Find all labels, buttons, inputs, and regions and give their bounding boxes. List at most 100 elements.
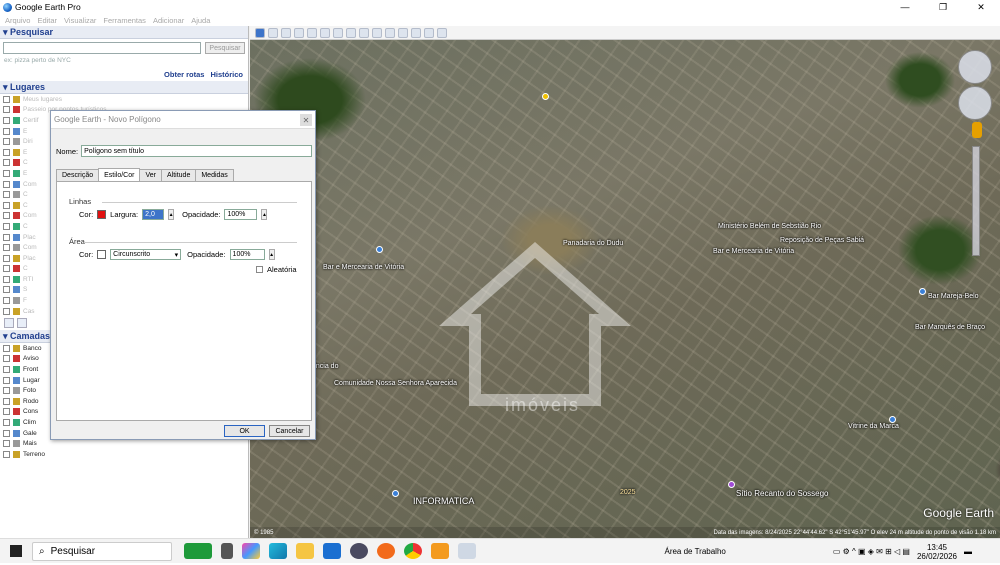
- planets-icon[interactable]: [359, 27, 369, 38]
- save-image-icon[interactable]: [411, 27, 421, 38]
- pan-control[interactable]: [958, 86, 992, 120]
- places-checkbox[interactable]: [3, 222, 10, 230]
- notifications-icon[interactable]: ▬: [964, 547, 972, 556]
- places-checkbox[interactable]: [3, 148, 10, 156]
- menu-adicionar[interactable]: Adicionar: [153, 16, 184, 25]
- get-directions-link[interactable]: Obter rotas: [164, 70, 204, 79]
- brazil-flag-icon[interactable]: [184, 543, 212, 559]
- area-opacity-spinner[interactable]: ▲: [268, 249, 275, 260]
- map-label[interactable]: Bar Mareja-Belo: [928, 293, 979, 300]
- places-checkbox[interactable]: [3, 191, 10, 199]
- map-label[interactable]: Bar e Mercearia de Vitória: [323, 264, 404, 271]
- places-checkbox[interactable]: [3, 106, 10, 114]
- tray-icons[interactable]: ▭ ⚙ ^ ▣ ◈ ✉ ⊞ ◁ ▤: [833, 547, 910, 556]
- map-pin[interactable]: [889, 416, 896, 423]
- layers-checkbox[interactable]: [3, 450, 10, 458]
- places-checkbox[interactable]: [3, 244, 10, 252]
- places-checkbox[interactable]: [3, 254, 10, 262]
- path-icon[interactable]: [294, 27, 304, 38]
- taskbar-search[interactable]: ⌕ Pesquisar: [32, 541, 172, 561]
- minimize-button[interactable]: —: [886, 0, 924, 14]
- edge-icon[interactable]: [269, 543, 287, 559]
- clock-time[interactable]: 13:45: [927, 543, 947, 552]
- places-checkbox[interactable]: [3, 307, 10, 315]
- layers-item[interactable]: Terreno: [3, 449, 248, 460]
- map-view[interactable]: imóveis Comunidade Nossa Senhora Apareci…: [250, 40, 1000, 538]
- search-panel-header[interactable]: ▾ Pesquisar: [0, 26, 248, 39]
- chrome-icon[interactable]: [404, 543, 422, 559]
- places-checkbox[interactable]: [3, 297, 10, 305]
- menu-ajuda[interactable]: Ajuda: [191, 16, 210, 25]
- placemark-icon[interactable]: [268, 27, 278, 38]
- map-label[interactable]: Vitrine da Marca: [848, 423, 899, 430]
- polygon-icon[interactable]: [281, 27, 291, 38]
- line-width-input[interactable]: 2,0: [142, 209, 165, 220]
- layers-checkbox[interactable]: [3, 376, 10, 384]
- close-button[interactable]: ✕: [962, 0, 1000, 14]
- map-label[interactable]: INFORMATICA: [413, 496, 474, 506]
- tab-estilo-cor[interactable]: Estilo/Cor: [98, 168, 141, 181]
- tab-medidas[interactable]: Medidas: [195, 169, 234, 181]
- places-checkbox[interactable]: [3, 201, 10, 209]
- area-fill-mode-select[interactable]: Circunscrito ▾: [110, 249, 182, 260]
- places-checkbox[interactable]: [3, 138, 10, 146]
- file-explorer-icon[interactable]: [296, 543, 314, 559]
- places-checkbox[interactable]: [3, 233, 10, 241]
- clock-date[interactable]: 26/02/2026: [917, 552, 957, 561]
- layers-checkbox[interactable]: [3, 429, 10, 437]
- layers-checkbox[interactable]: [3, 418, 10, 426]
- places-checkbox[interactable]: [3, 127, 10, 135]
- line-opacity-spinner[interactable]: ▲: [261, 209, 268, 220]
- places-panel-header[interactable]: ▾ Lugares: [0, 81, 248, 94]
- maximize-button[interactable]: ❐: [924, 0, 962, 14]
- microsoft-store-icon[interactable]: [323, 543, 341, 559]
- map-label[interactable]: Panadaria do Dudu: [563, 240, 623, 247]
- app-icon[interactable]: [431, 543, 449, 559]
- places-checkbox[interactable]: [3, 159, 10, 167]
- places-checkbox[interactable]: [3, 275, 10, 283]
- cancel-button[interactable]: Cancelar: [269, 425, 310, 437]
- search-button[interactable]: Pesquisar: [205, 42, 245, 54]
- menu-arquivo[interactable]: Arquivo: [5, 16, 30, 25]
- layers-checkbox[interactable]: [3, 440, 10, 448]
- layers-checkbox[interactable]: [3, 387, 10, 395]
- menu-visualizar[interactable]: Visualizar: [64, 16, 96, 25]
- line-opacity-input[interactable]: 100%: [224, 209, 258, 220]
- record-tour-icon[interactable]: [320, 27, 330, 38]
- ok-button[interactable]: OK: [224, 425, 265, 437]
- email-icon[interactable]: [385, 27, 395, 38]
- ruler-icon[interactable]: [372, 27, 382, 38]
- look-around-control[interactable]: [958, 50, 992, 84]
- map-label[interactable]: Ministério Belém de Sebstião Rio: [718, 223, 821, 230]
- historical-imagery-icon[interactable]: [333, 27, 343, 38]
- map-pin[interactable]: [919, 288, 926, 295]
- random-checkbox[interactable]: [256, 266, 263, 273]
- polygon-name-field[interactable]: Polígono sem título: [81, 145, 313, 157]
- map-pin[interactable]: [728, 481, 735, 488]
- task-view-icon[interactable]: [221, 543, 233, 559]
- firefox-icon[interactable]: [377, 543, 395, 559]
- places-checkbox[interactable]: [3, 212, 10, 220]
- places-checkbox[interactable]: [3, 180, 10, 188]
- line-color-swatch[interactable]: [97, 210, 107, 219]
- history-link[interactable]: Histórico: [210, 70, 243, 79]
- layers-checkbox[interactable]: [3, 408, 10, 416]
- places-checkbox[interactable]: [3, 95, 10, 103]
- tab-altitude[interactable]: Altitude: [160, 169, 197, 181]
- layers-checkbox[interactable]: [3, 397, 10, 405]
- sidebar-toggle-icon[interactable]: [255, 27, 265, 38]
- tab-ver[interactable]: Ver: [139, 169, 162, 181]
- search-input[interactable]: [3, 42, 201, 54]
- places-item[interactable]: Meus lugares: [3, 94, 248, 105]
- zoom-slider[interactable]: [972, 146, 980, 256]
- dialog-close-icon[interactable]: ✕: [300, 114, 312, 126]
- image-overlay-icon[interactable]: [307, 27, 317, 38]
- layers-checkbox[interactable]: [3, 344, 10, 352]
- places-checkbox[interactable]: [3, 169, 10, 177]
- places-checkbox[interactable]: [3, 116, 10, 124]
- map-label[interactable]: Bar e Mercearia de Vitória: [713, 248, 794, 255]
- map-pin[interactable]: [376, 246, 383, 253]
- earth-view-icon[interactable]: [437, 27, 447, 38]
- print-icon[interactable]: [398, 27, 408, 38]
- area-opacity-input[interactable]: 100%: [229, 249, 265, 260]
